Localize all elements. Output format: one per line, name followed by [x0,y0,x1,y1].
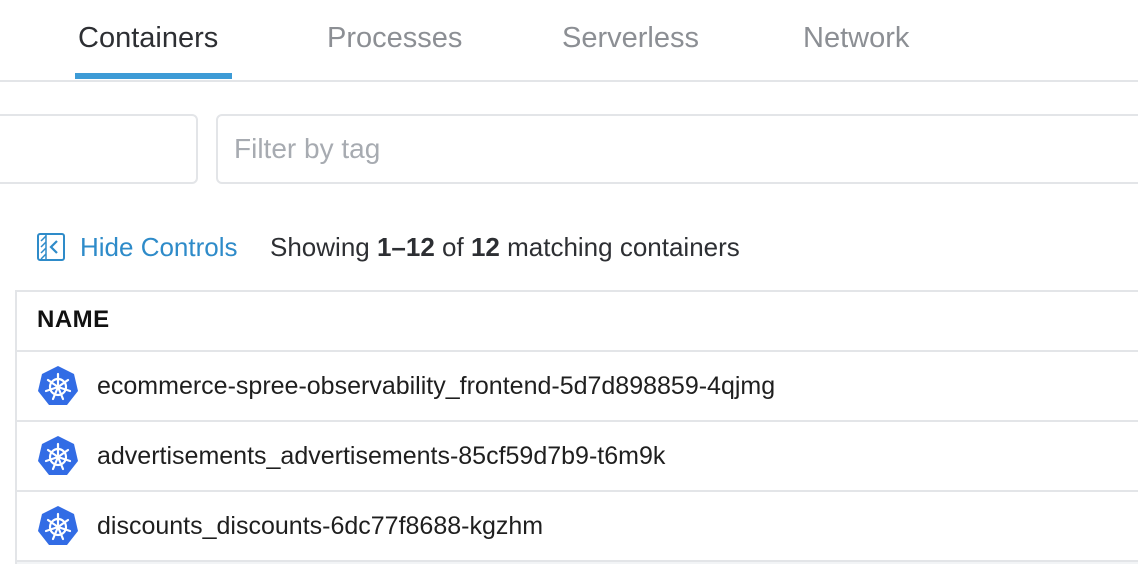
container-name[interactable]: advertisements_advertisements-85cf59d7b9… [97,436,665,476]
kubernetes-icon [38,366,78,405]
tab-network[interactable]: Network [803,18,909,58]
tab-serverless[interactable]: Serverless [562,18,699,58]
summary-range: 1–12 [376,232,435,262]
tag-filter-input[interactable] [216,114,1138,184]
active-tab-indicator [75,73,232,79]
summary-total: 12 [470,232,500,262]
tab-bar: Containers Processes Serverless Network [0,0,1138,82]
tab-processes[interactable]: Processes [327,18,462,58]
summary-suffix: matching containers [499,232,740,262]
tab-containers[interactable]: Containers [78,18,218,58]
results-summary: Showing 1–12 of 12 matching containers [270,228,740,266]
kubernetes-icon [38,436,78,475]
kubernetes-icon [38,506,78,545]
hide-controls-button[interactable]: Hide Controls [36,228,238,266]
table-row[interactable]: discounts_discounts-6dc77f8688-kgzhm [17,492,1138,562]
container-name[interactable]: discounts_discounts-6dc77f8688-kgzhm [97,506,543,546]
summary-prefix: Showing [270,232,377,262]
container-name[interactable]: ecommerce-spree-observability_frontend-5… [97,366,775,406]
container-explorer: Containers Processes Serverless Network … [0,0,1138,564]
collapse-panel-icon [37,233,65,261]
hide-controls-label: Hide Controls [80,231,238,262]
summary-of: of [434,232,471,262]
search-input[interactable] [0,114,198,184]
column-header-label: NAME [37,306,110,333]
column-header-name[interactable]: NAME [17,292,1138,352]
table-row[interactable]: advertisements_advertisements-85cf59d7b9… [17,422,1138,492]
containers-table: NAME ecommerce-spree-observability_front… [15,290,1138,564]
table-row[interactable]: ecommerce-spree-observability_frontend-5… [17,352,1138,422]
